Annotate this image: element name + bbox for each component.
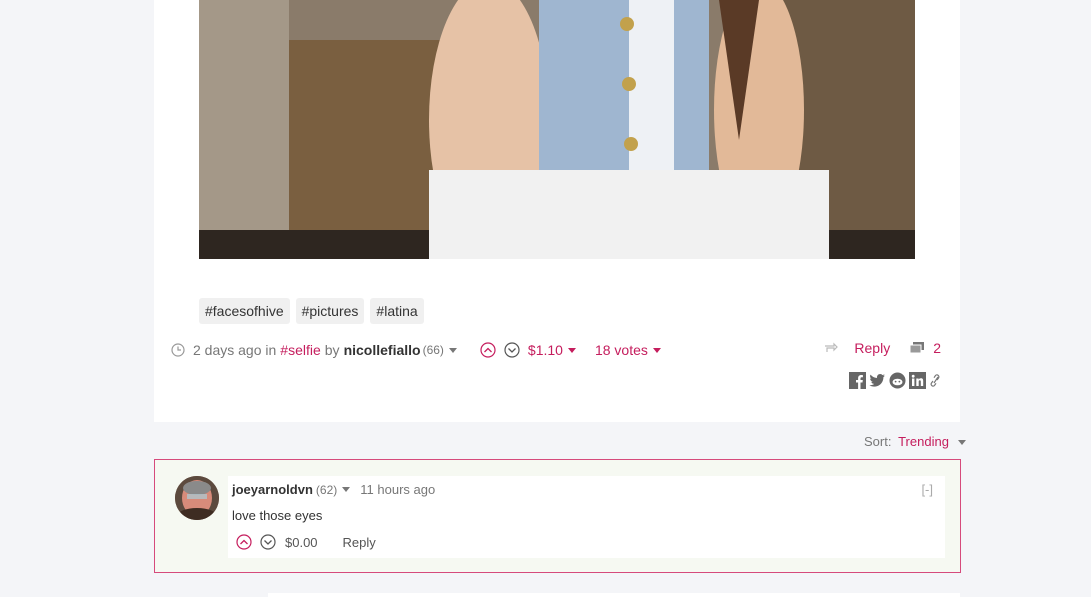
post-payout[interactable]: $1.10 bbox=[528, 342, 563, 358]
post-photo bbox=[199, 0, 915, 259]
post-time: 2 days ago in bbox=[193, 342, 277, 358]
sort-value[interactable]: Trending bbox=[898, 434, 949, 449]
comments-icon[interactable] bbox=[909, 341, 925, 355]
twitter-icon[interactable] bbox=[869, 372, 886, 389]
share-links bbox=[849, 372, 942, 389]
sort-control[interactable]: Sort: Trending bbox=[864, 434, 966, 449]
tag-latina[interactable]: #latina bbox=[370, 298, 424, 324]
reblog-icon[interactable] bbox=[824, 342, 839, 354]
post-actions: Reply 2 bbox=[824, 340, 941, 356]
post-meta: 2 days ago in #selfie by nicollefiallo (… bbox=[171, 340, 941, 360]
votes-count[interactable]: 18 votes bbox=[595, 342, 648, 358]
comment-count[interactable]: 2 bbox=[933, 340, 941, 356]
comment-author[interactable]: joeyarnoldvn bbox=[232, 482, 313, 497]
link-icon[interactable] bbox=[929, 372, 942, 389]
comment-card: joeyarnoldvn (62) 11 hours ago [-] love … bbox=[228, 476, 945, 558]
comment-item: joeyarnoldvn (62) 11 hours ago [-] love … bbox=[154, 459, 961, 573]
comment-reply-link[interactable]: Reply bbox=[343, 535, 376, 550]
tag-list: #facesofhive #pictures #latina bbox=[199, 298, 424, 324]
comment-time[interactable]: 11 hours ago bbox=[360, 482, 435, 497]
tag-pictures[interactable]: #pictures bbox=[295, 298, 365, 324]
comment-footer: $0.00 Reply bbox=[236, 534, 376, 550]
linkedin-icon[interactable] bbox=[909, 372, 926, 389]
sort-caret[interactable] bbox=[957, 440, 966, 446]
downvote-icon[interactable] bbox=[504, 342, 520, 358]
tag-facesofhive[interactable]: #facesofhive bbox=[199, 298, 290, 324]
comment-author-caret[interactable] bbox=[342, 487, 351, 492]
sort-label: Sort: bbox=[864, 434, 892, 449]
author-menu-caret[interactable] bbox=[448, 347, 457, 353]
facebook-icon[interactable] bbox=[849, 372, 866, 389]
comment-author-reputation: (62) bbox=[315, 482, 338, 497]
clock-icon bbox=[171, 343, 185, 357]
next-comment-edge bbox=[268, 593, 960, 597]
votes-caret[interactable] bbox=[652, 347, 661, 353]
payout-caret[interactable] bbox=[567, 347, 576, 353]
post-card: #facesofhive #pictures #latina 2 days ag… bbox=[154, 0, 960, 422]
comment-payout[interactable]: $0.00 bbox=[285, 535, 318, 550]
comment-body: love those eyes bbox=[232, 508, 323, 523]
post-author[interactable]: nicollefiallo bbox=[344, 342, 421, 358]
avatar[interactable] bbox=[175, 476, 219, 520]
upvote-icon[interactable] bbox=[480, 342, 496, 358]
community-link[interactable]: #selfie bbox=[280, 342, 320, 358]
downvote-icon[interactable] bbox=[260, 534, 276, 550]
reddit-icon[interactable] bbox=[889, 372, 906, 389]
by-label: by bbox=[324, 342, 340, 358]
author-reputation: (66) bbox=[422, 343, 444, 357]
upvote-icon[interactable] bbox=[236, 534, 252, 550]
collapse-toggle[interactable]: [-] bbox=[921, 482, 933, 497]
comment-header: joeyarnoldvn (62) 11 hours ago bbox=[232, 482, 435, 497]
post-reply-link[interactable]: Reply bbox=[854, 340, 890, 356]
